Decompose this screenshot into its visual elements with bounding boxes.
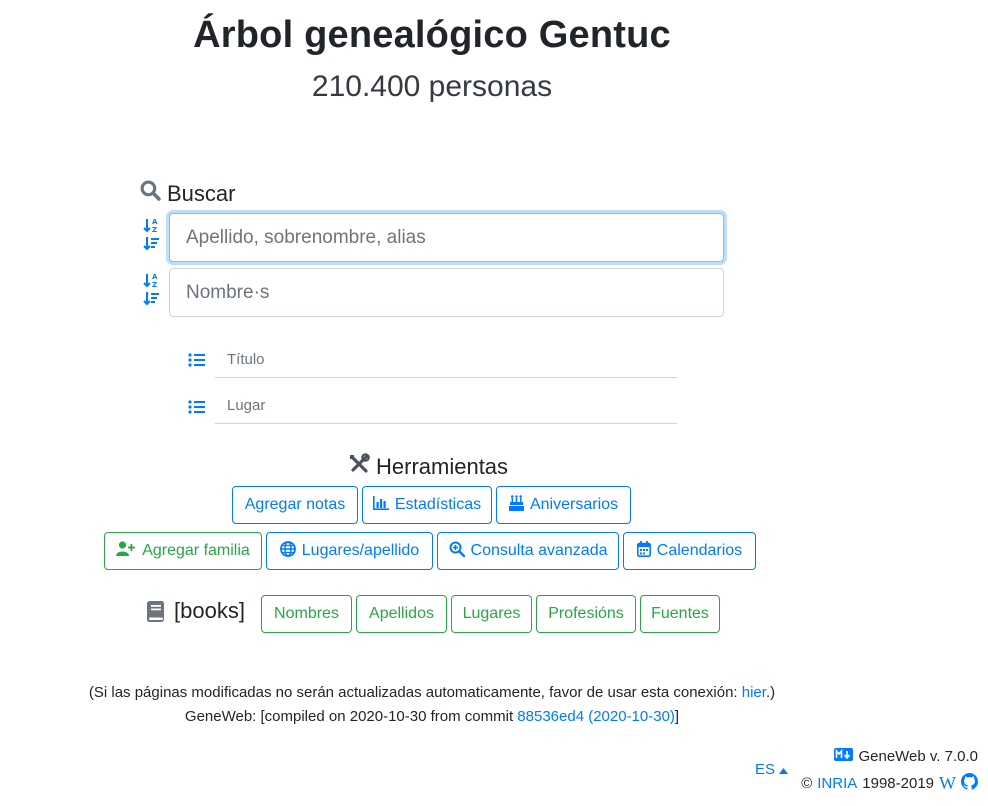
advanced-search-button[interactable]: Consulta avanzada: [437, 532, 619, 570]
books-label: [books]: [174, 598, 245, 623]
page-title: Árbol genealógico Gentuc: [193, 14, 671, 56]
bar-chart-icon: [372, 495, 389, 515]
book-sources-button[interactable]: Fuentes: [640, 595, 720, 633]
markdown-icon: [834, 748, 854, 765]
tools-row-1: Agregar notas Estadísticas Aniversarios: [232, 486, 631, 524]
sort-alpha-icon[interactable]: AZ: [143, 217, 159, 233]
sort-amount-icon[interactable]: [143, 290, 159, 306]
add-family-button[interactable]: Agregar familia: [104, 532, 262, 570]
svg-text:Z: Z: [152, 281, 157, 288]
list-icon[interactable]: [188, 352, 206, 373]
book-places-button[interactable]: Lugares: [451, 595, 532, 633]
books-row: Nombres Apellidos Lugares Profesións Fue…: [261, 595, 720, 633]
version-info: GeneWeb v. 7.0.0: [834, 748, 978, 765]
svg-text:A: A: [152, 218, 158, 226]
inria-link[interactable]: INRIA: [817, 775, 857, 792]
anniversaries-button[interactable]: Aniversarios: [496, 486, 631, 524]
surname-sort-controls: AZ: [141, 217, 161, 251]
svg-text:Z: Z: [152, 226, 157, 233]
calendars-button[interactable]: Calendarios: [623, 532, 756, 570]
firstname-sort-controls: AZ: [141, 272, 161, 306]
sort-amount-icon[interactable]: [143, 235, 159, 251]
tools-icon: [348, 453, 376, 481]
place-input[interactable]: [215, 388, 677, 424]
wikipedia-icon[interactable]: W: [939, 773, 956, 794]
globe-icon: [279, 540, 296, 562]
user-plus-icon: [116, 541, 136, 561]
firstname-input[interactable]: [169, 268, 724, 317]
search-heading-label: Buscar: [167, 180, 236, 206]
book-icon: [147, 601, 165, 627]
github-icon[interactable]: [961, 773, 978, 794]
person-count: 210.400 personas: [311, 70, 553, 103]
add-notes-button[interactable]: Agregar notas: [232, 486, 358, 524]
version-label: GeneWeb v. 7.0.0: [858, 748, 978, 765]
commit-link[interactable]: 88536ed4 (2020-10-30): [517, 708, 675, 725]
statistics-button[interactable]: Estadísticas: [362, 486, 492, 524]
language-code: ES: [755, 761, 776, 778]
here-link[interactable]: hier: [742, 684, 766, 701]
search-icon: [140, 180, 167, 207]
build-info: GeneWeb: [compiled on 2020-10-30 from co…: [184, 708, 680, 725]
surname-input[interactable]: [169, 213, 724, 262]
search-heading: Buscar: [140, 180, 235, 207]
caret-up-icon: [779, 761, 789, 778]
search-plus-icon: [449, 541, 465, 562]
book-professions-button[interactable]: Profesións: [536, 595, 636, 633]
places-surname-button[interactable]: Lugares/apellido: [266, 532, 433, 570]
book-names-button[interactable]: Nombres: [261, 595, 352, 633]
svg-text:A: A: [152, 273, 158, 281]
language-selector[interactable]: ES: [755, 761, 789, 778]
book-surnames-button[interactable]: Apellidos: [356, 595, 447, 633]
list-icon[interactable]: [188, 399, 206, 420]
copyright-line: © INRIA 1998-2019 W: [801, 773, 978, 794]
tools-heading-label: Herramientas: [376, 454, 509, 479]
update-note: (Si las páginas modificadas no serán act…: [88, 684, 776, 701]
birthday-cake-icon: [508, 494, 524, 516]
sort-alpha-icon[interactable]: AZ: [143, 272, 159, 288]
title-input[interactable]: [215, 342, 677, 378]
tools-row-2: Agregar familia Lugares/apellido Consult…: [104, 532, 756, 570]
tools-heading: Herramientas: [348, 453, 508, 481]
calendar-icon: [636, 540, 651, 562]
